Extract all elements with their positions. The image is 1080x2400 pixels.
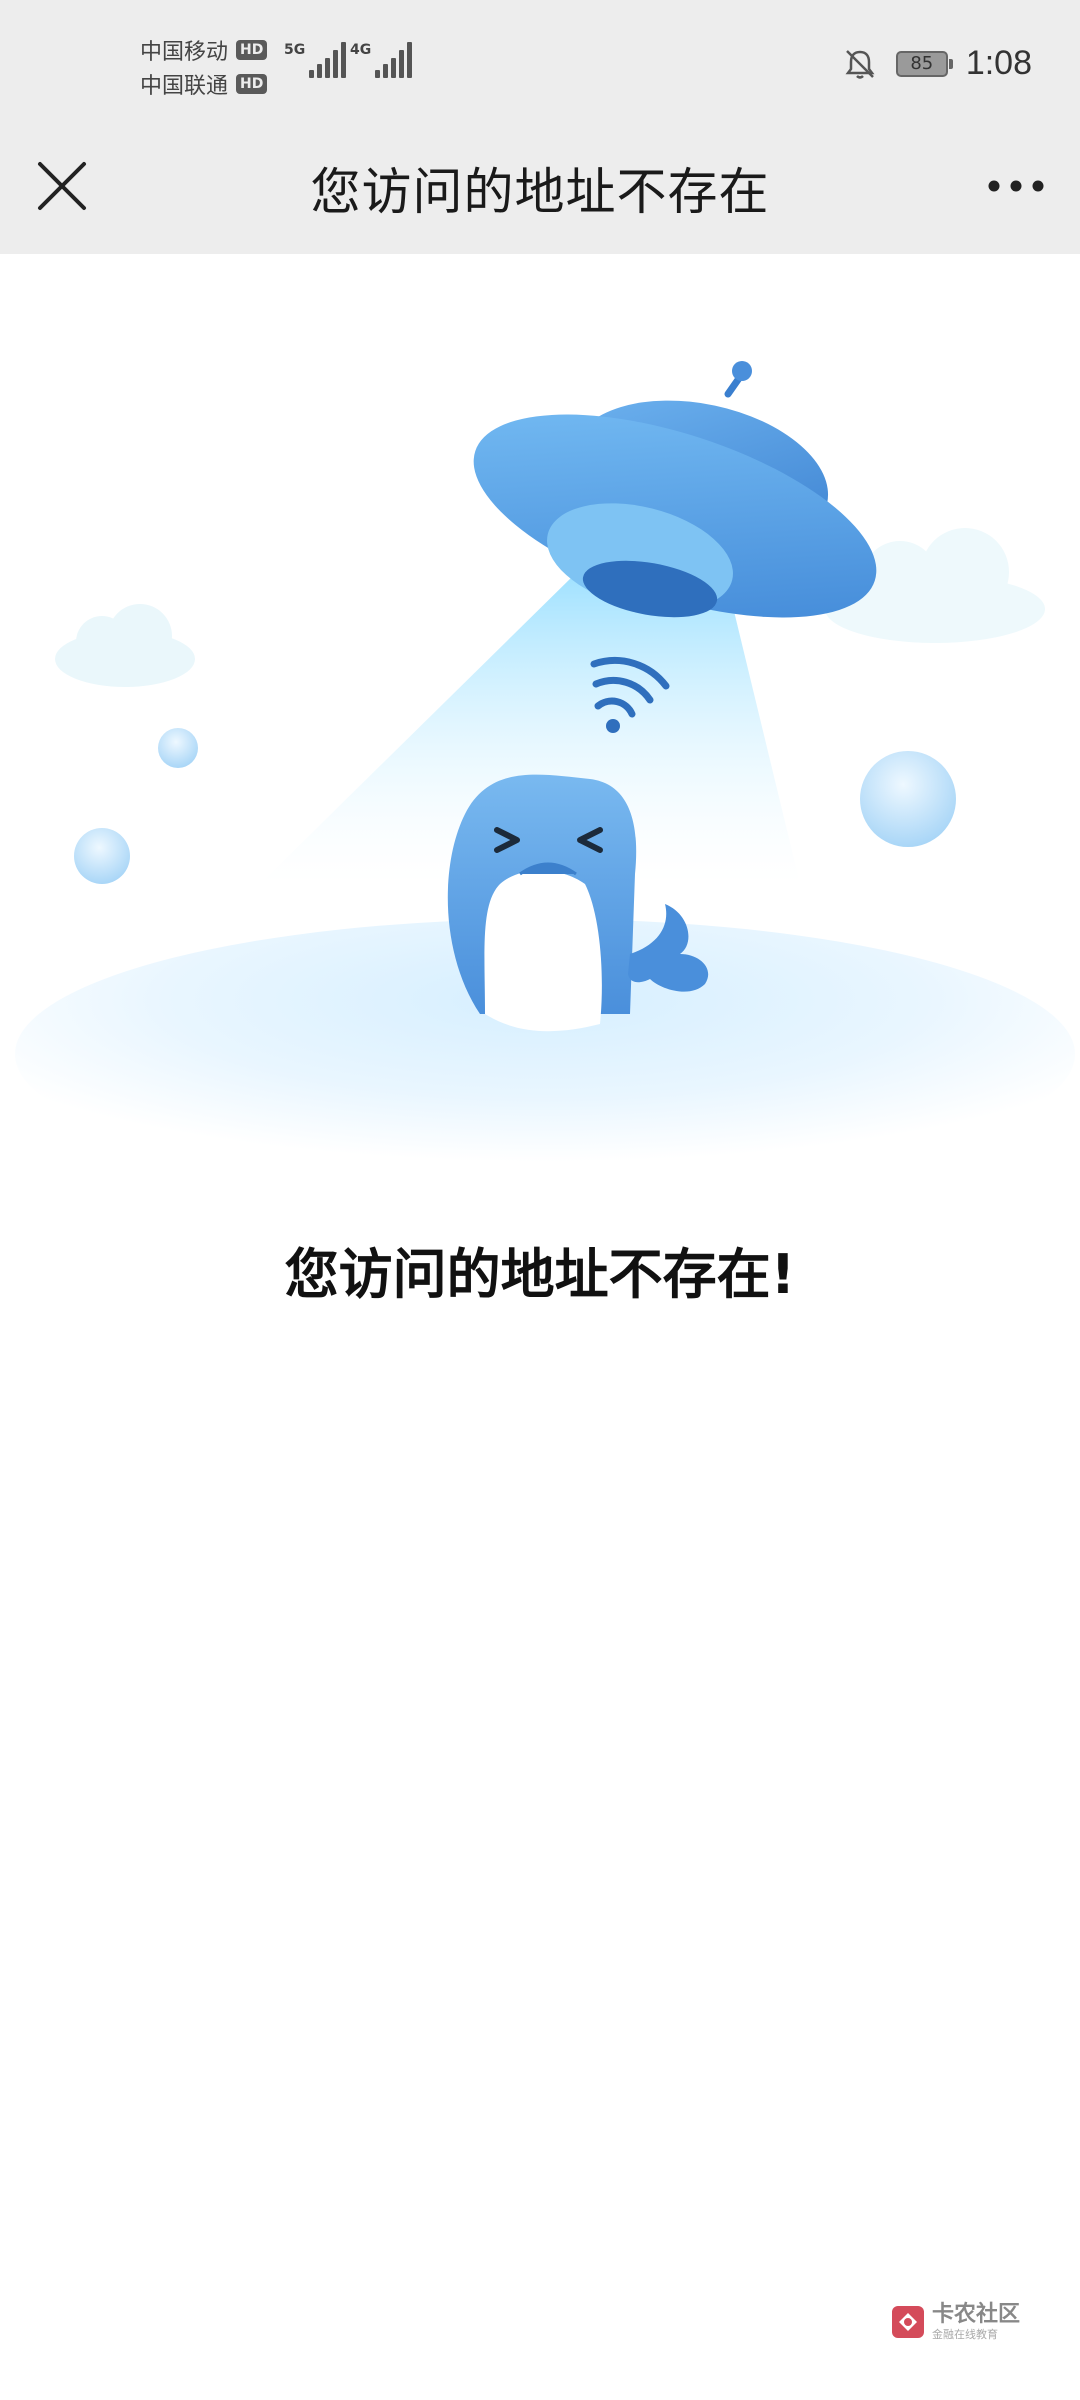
watermark-logo-icon	[891, 2306, 924, 2338]
not-found-illustration	[15, 361, 1075, 1189]
signal-bar	[309, 70, 315, 78]
network-type-4g: 4G	[350, 42, 372, 58]
carrier-1-name: 中国移动	[140, 40, 229, 65]
nav-bar: 您访问的地址不存在	[0, 130, 1080, 254]
signal-bar	[375, 70, 381, 78]
bubble	[860, 751, 956, 847]
hd-badge-2: HD	[236, 74, 268, 94]
battery-level: 85	[910, 52, 934, 74]
bubble	[158, 728, 198, 768]
carrier-2: 中国联通 HD	[140, 68, 268, 100]
carrier-2-name: 中国联通	[140, 74, 229, 99]
clock: 1:08	[965, 44, 1032, 82]
signal-bar	[325, 58, 331, 78]
cloud-left	[55, 604, 195, 687]
hd-badge-1: HD	[236, 40, 268, 60]
watermark: 卡农社区 金融在线教育	[890, 2304, 1020, 2340]
bubble	[74, 828, 130, 884]
more-icon[interactable]	[986, 166, 1046, 206]
status-bar: 中国移动 HD 中国联通 HD 5G 4G 85 1:08	[0, 0, 1080, 130]
battery-icon: 85	[895, 50, 953, 77]
signal-bar	[333, 50, 339, 78]
watermark-subtitle: 金融在线教育	[931, 2328, 998, 2341]
page-title: 您访问的地址不存在	[310, 163, 770, 221]
signal-bar	[341, 42, 347, 78]
signal-bar	[407, 42, 413, 78]
signal-4g-icon: 4G	[350, 42, 415, 78]
signal-bar	[317, 64, 323, 78]
watermark-title: 卡农社区	[931, 2302, 1020, 2327]
signal-bar	[391, 58, 397, 78]
carrier-1: 中国移动 HD	[140, 34, 268, 66]
status-right: 85 1:08	[842, 44, 1032, 83]
signal-bar	[383, 64, 389, 78]
signal-bar	[399, 50, 405, 78]
error-message: 您访问的地址不存在!	[284, 1243, 796, 1306]
network-type-5g: 5G	[284, 42, 306, 58]
watermark-text: 卡农社区 金融在线教育	[931, 2302, 1020, 2341]
signal-5g-icon: 5G	[284, 42, 349, 78]
bell-muted-icon	[845, 49, 875, 79]
